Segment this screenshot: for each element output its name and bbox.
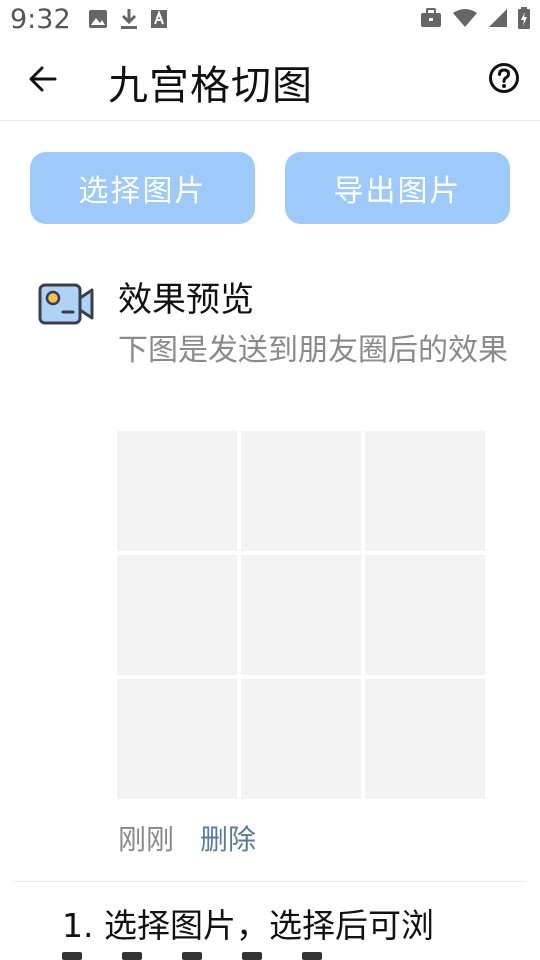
status-bar: 9:32 [0, 0, 540, 40]
wifi-icon [453, 9, 477, 27]
app-bar: 九宫格切图 [0, 40, 540, 121]
delete-link[interactable]: 删除 [200, 818, 256, 858]
grid-cell [365, 555, 485, 675]
preview-description: 下图是发送到朋友圈后的效果 [118, 333, 508, 368]
font-icon [151, 10, 167, 28]
status-left-icons [88, 8, 168, 30]
briefcase-icon [421, 8, 441, 27]
grid-cell [117, 555, 237, 675]
help-button[interactable] [486, 60, 522, 96]
back-button[interactable] [22, 58, 64, 100]
grid-cell [365, 679, 485, 799]
export-image-button[interactable]: 导出图片 [285, 152, 510, 224]
grid-cell [241, 555, 361, 675]
grid-cell [241, 679, 361, 799]
download-icon [121, 9, 137, 29]
arrow-left-icon [29, 66, 57, 92]
signal-icon [489, 9, 507, 27]
page-title: 九宫格切图 [108, 63, 313, 109]
preview-meta: 刚刚 删除 [118, 818, 256, 858]
video-camera-icon [38, 283, 94, 325]
instruction-next-line [62, 952, 502, 960]
post-time: 刚刚 [118, 823, 175, 856]
nine-grid-preview [117, 431, 485, 799]
preview-title: 效果预览 [118, 280, 254, 320]
select-image-button[interactable]: 选择图片 [30, 152, 255, 224]
grid-cell [365, 431, 485, 551]
image-icon [89, 10, 107, 28]
grid-cell [117, 431, 237, 551]
grid-cell [241, 431, 361, 551]
help-circle-icon [489, 63, 519, 93]
battery-icon [518, 7, 530, 29]
instruction-step-1: 1. 选择图片，选择后可浏 [62, 906, 434, 945]
grid-cell [117, 679, 237, 799]
status-right-icons [420, 7, 530, 29]
status-time: 9:32 [10, 4, 71, 35]
divider [14, 881, 526, 882]
